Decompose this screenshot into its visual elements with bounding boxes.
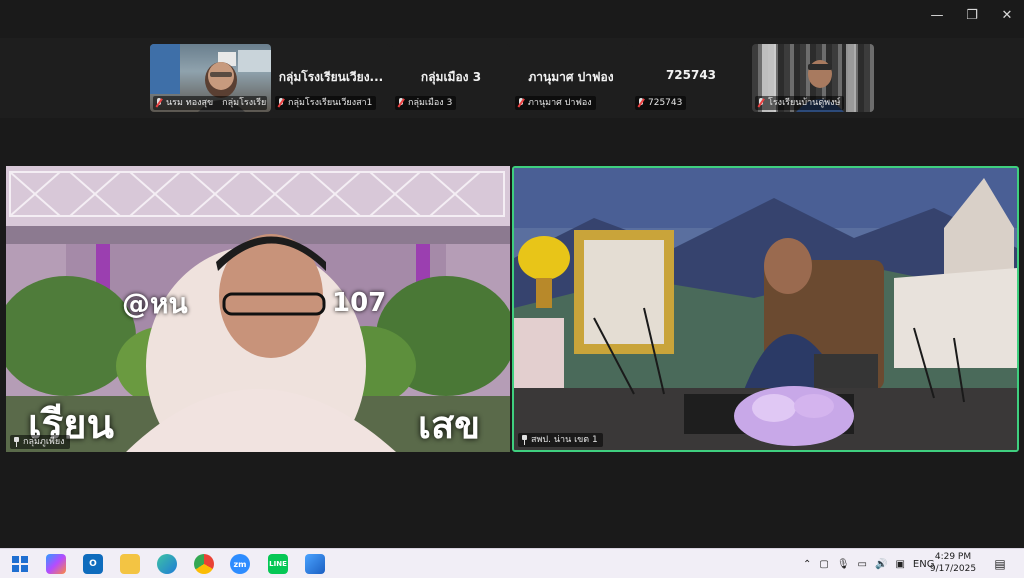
participant-name: กลุ่มเมือง 3 bbox=[408, 98, 453, 108]
participant-name-label: ภานุมาศ ปาฟอง bbox=[515, 96, 596, 110]
close-button[interactable]: ✕ bbox=[990, 0, 1024, 30]
participant-strip: นรม ทองสุข กลุ่มโรงเรียนเวียงสา1 กลุ่มโร… bbox=[0, 38, 1024, 118]
participant-name: โรงเรียนบ้านดู่พงษ์ bbox=[768, 98, 841, 108]
pin-icon bbox=[521, 435, 528, 445]
participant-name: กลุ่มภูเพียง bbox=[23, 437, 65, 447]
muted-microphone-icon bbox=[397, 98, 405, 108]
file-explorer-icon[interactable] bbox=[120, 554, 140, 574]
system-tray: ⌃ ▢ 🎙 ▭ 🔊 ▣ ENG bbox=[803, 549, 934, 578]
title-bar: — ❐ ✕ bbox=[0, 0, 1024, 32]
participant-name-overflow: กลุ่มโรงเรียนเวียงสา1 bbox=[222, 98, 267, 108]
microphone-icon[interactable]: 🎙 bbox=[837, 559, 850, 570]
participant-display-name: ภานุมาศ ปาฟอง bbox=[528, 70, 614, 84]
photos-icon[interactable] bbox=[305, 554, 325, 574]
main-video-right-active-speaker[interactable]: สพป. น่าน เขต 1 bbox=[512, 166, 1019, 452]
participant-name: ภานุมาศ ปาฟอง bbox=[528, 98, 592, 108]
banner-text-top: @หน bbox=[122, 287, 188, 320]
muted-microphone-icon bbox=[517, 98, 525, 108]
clock-time: 4:29 PM bbox=[934, 552, 972, 562]
participant-name-label: นรม ทองสุข กลุ่มโรงเรียนเวียงสา1 bbox=[153, 96, 267, 110]
participant-name: นรม ทองสุข bbox=[166, 98, 214, 108]
windows-taskbar: O zm LINE ⌃ ▢ 🎙 ▭ 🔊 ▣ ENG 4:29 PM 9/17/2… bbox=[0, 548, 1024, 578]
zoom-icon[interactable]: zm bbox=[230, 554, 250, 574]
banner-text-bottom-right: เสข bbox=[418, 403, 481, 447]
participant-tile[interactable]: โรงเรียนบ้านดู่พงษ์ bbox=[752, 44, 874, 112]
participant-display-name: กลุ่มโรงเรียนเวียง... bbox=[278, 70, 384, 84]
windows-start-icon[interactable] bbox=[10, 554, 30, 574]
participant-tile[interactable]: ภานุมาศ ปาฟอง ภานุมาศ ปาฟอง bbox=[512, 44, 630, 112]
volume-icon[interactable]: 🔊 bbox=[875, 559, 887, 570]
muted-microphone-icon bbox=[757, 98, 765, 108]
battery-icon[interactable]: ▣ bbox=[895, 559, 904, 570]
muted-microphone-icon bbox=[637, 98, 645, 108]
participant-name-label: กลุ่มโรงเรียนเวียงสา1 bbox=[275, 96, 377, 110]
participant-tile[interactable]: 725743 725743 bbox=[632, 44, 750, 112]
participant-name-label: กลุ่มเมือง 3 bbox=[395, 96, 457, 110]
main-video-left[interactable]: @หน 107 เรียน เสข กลุ่มภูเพียง bbox=[6, 166, 510, 452]
participant-tile[interactable]: นรม ทองสุข กลุ่มโรงเรียนเวียงสา1 bbox=[150, 44, 271, 112]
participant-name-label: กลุ่มภูเพียง bbox=[10, 435, 70, 449]
notification-icon[interactable]: ▤ bbox=[990, 554, 1010, 574]
minimize-button[interactable]: — bbox=[920, 0, 954, 30]
participant-name-label: โรงเรียนบ้านดู่พงษ์ bbox=[755, 96, 845, 110]
participant-name-label: 725743 bbox=[635, 96, 687, 110]
system-clock[interactable]: 4:29 PM 9/17/2025 bbox=[928, 551, 978, 575]
banner-text-number: 107 bbox=[332, 288, 387, 318]
clock-date: 9/17/2025 bbox=[929, 564, 977, 574]
chrome-icon[interactable] bbox=[194, 554, 214, 574]
line-icon[interactable]: LINE bbox=[268, 554, 288, 574]
participant-display-name: กลุ่มเมือง 3 bbox=[420, 70, 482, 84]
outlook-icon[interactable]: O bbox=[83, 554, 103, 574]
device-icon[interactable]: ▢ bbox=[819, 559, 828, 570]
pin-icon bbox=[13, 437, 20, 447]
participant-display-name: 725743 bbox=[665, 68, 717, 82]
muted-microphone-icon bbox=[277, 98, 285, 108]
muted-microphone-icon bbox=[155, 98, 163, 108]
copilot-icon[interactable] bbox=[46, 554, 66, 574]
restore-button[interactable]: ❐ bbox=[955, 0, 989, 30]
participant-tile[interactable]: กลุ่มเมือง 3 กลุ่มเมือง 3 bbox=[392, 44, 510, 112]
chevron-up-icon[interactable]: ⌃ bbox=[803, 559, 811, 570]
video-frame-graphic bbox=[514, 168, 1017, 450]
participant-tile[interactable]: กลุ่มโรงเรียนเวียง... กลุ่มโรงเรียนเวียง… bbox=[272, 44, 390, 112]
edge-icon[interactable] bbox=[157, 554, 177, 574]
participant-name: 725743 bbox=[648, 98, 683, 108]
participant-name: สพป. น่าน เขต 1 bbox=[531, 435, 598, 445]
zoom-meeting-window: — ❐ ✕ นรม ทองสุข กลุ่มโรงเรียนเวียงส bbox=[0, 0, 1024, 578]
participant-name-label: สพป. น่าน เขต 1 bbox=[518, 433, 603, 447]
participant-name: กลุ่มโรงเรียนเวียงสา1 bbox=[288, 98, 373, 108]
network-icon[interactable]: ▭ bbox=[858, 559, 867, 570]
